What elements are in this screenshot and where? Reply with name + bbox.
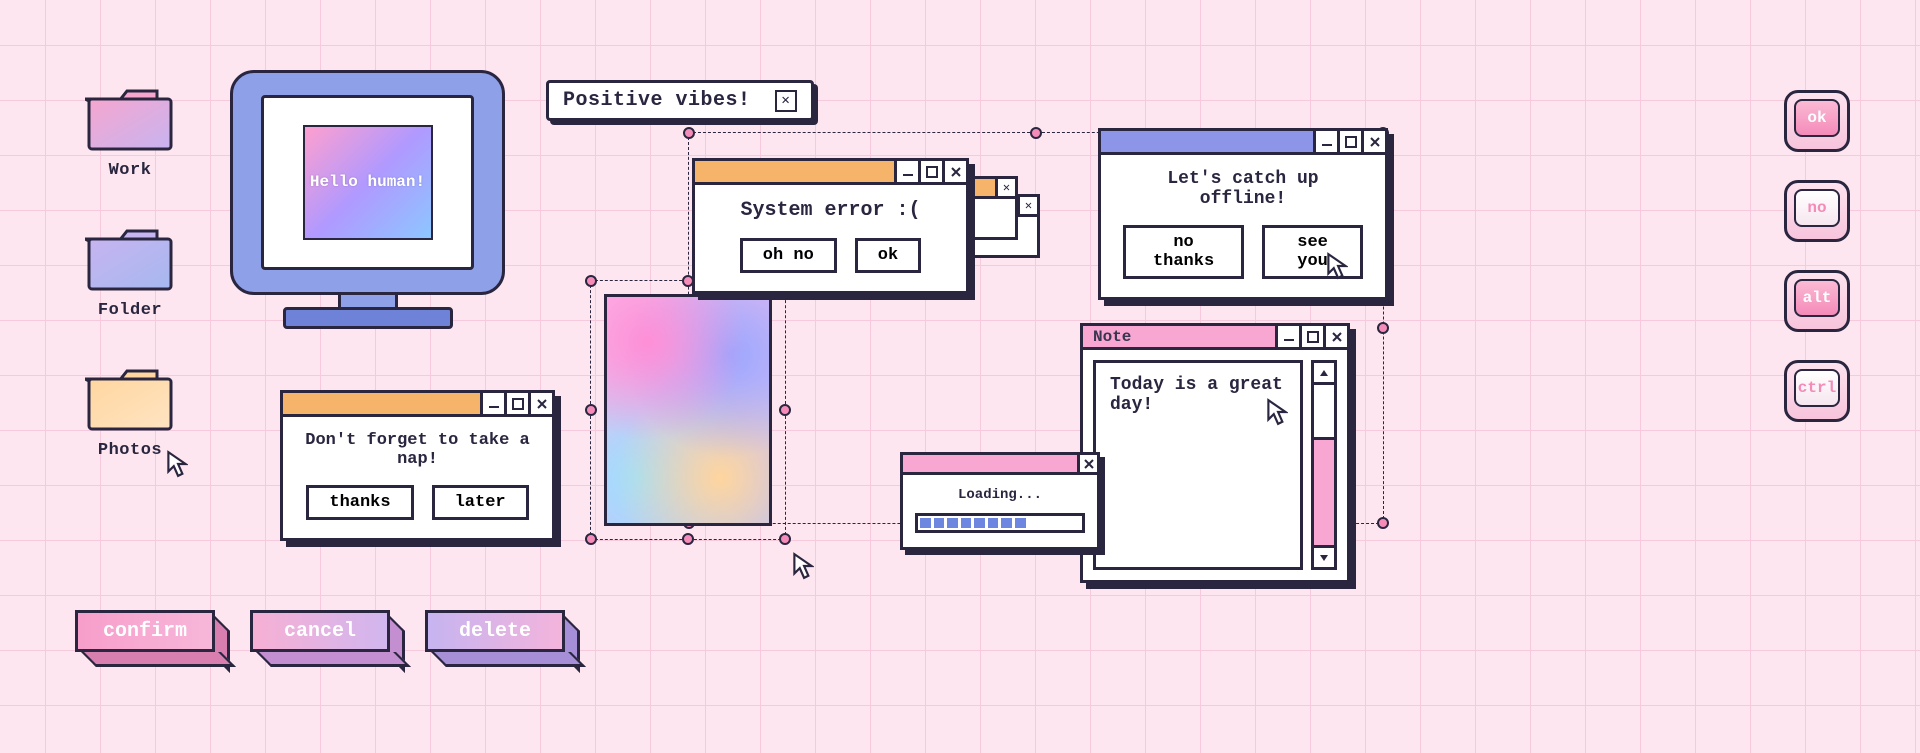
key-no[interactable]: no: [1784, 180, 1850, 242]
note-window: Note Today is a great day!: [1080, 323, 1350, 583]
folder-photos-label: Photos: [80, 441, 180, 460]
minimize-icon[interactable]: [480, 393, 504, 414]
delete-button[interactable]: delete: [425, 610, 565, 652]
gradient-swatch[interactable]: [604, 294, 772, 526]
note-titlebar[interactable]: Note: [1083, 326, 1347, 350]
maximize-icon[interactable]: [918, 161, 942, 182]
folder-photos[interactable]: Photos: [80, 365, 180, 460]
scroll-thumb[interactable]: [1314, 385, 1334, 440]
note-title: Note: [1083, 326, 1275, 347]
title-pill-text: Positive vibes!: [563, 89, 751, 112]
title-pill: Positive vibes! ✕: [546, 80, 814, 121]
nap-titlebar[interactable]: [283, 393, 552, 417]
nap-message: Don't forget to take a nap!: [305, 431, 530, 469]
cursor-icon: [792, 552, 814, 580]
offline-titlebar[interactable]: [1101, 131, 1385, 155]
close-icon[interactable]: [1361, 131, 1385, 152]
close-icon[interactable]: ✕: [995, 179, 1015, 196]
folder-generic-label: Folder: [80, 301, 180, 320]
scroll-down-icon[interactable]: [1314, 545, 1334, 567]
later-button[interactable]: later: [432, 485, 529, 520]
crt-monitor: Hello human!: [230, 70, 505, 329]
no-thanks-button[interactable]: no thanks: [1123, 225, 1244, 279]
scroll-track[interactable]: [1314, 385, 1334, 545]
minimize-icon[interactable]: [1275, 326, 1299, 347]
system-error-dialog: System error :( oh no ok: [692, 158, 969, 294]
close-icon[interactable]: ✕: [1017, 197, 1037, 214]
see-you-button[interactable]: see you: [1262, 225, 1363, 279]
folder-work-label: Work: [80, 161, 180, 180]
crt-text: Hello human!: [310, 172, 425, 193]
maximize-icon[interactable]: [1299, 326, 1323, 347]
title-pill-close-icon[interactable]: ✕: [775, 90, 797, 112]
loading-label: Loading...: [915, 487, 1085, 503]
note-textarea[interactable]: Today is a great day!: [1093, 360, 1303, 570]
maximize-icon[interactable]: [504, 393, 528, 414]
key-ok[interactable]: ok: [1784, 90, 1850, 152]
cancel-button[interactable]: cancel: [250, 610, 390, 652]
scrollbar[interactable]: [1311, 360, 1337, 570]
key-ctrl[interactable]: ctrl: [1784, 360, 1850, 422]
loading-titlebar[interactable]: [903, 455, 1097, 475]
ok-button[interactable]: ok: [855, 238, 921, 273]
scroll-up-icon[interactable]: [1314, 363, 1334, 385]
nap-dialog: Don't forget to take a nap! thanks later: [280, 390, 555, 541]
note-content: Today is a great day!: [1110, 375, 1283, 415]
close-icon[interactable]: [528, 393, 552, 414]
oh-no-button[interactable]: oh no: [740, 238, 837, 273]
thanks-button[interactable]: thanks: [306, 485, 413, 520]
loading-window: Loading...: [900, 452, 1100, 550]
progress-bar: [915, 513, 1085, 533]
offline-dialog: Let's catch up offline! no thanks see yo…: [1098, 128, 1388, 300]
folder-generic[interactable]: Folder: [80, 225, 180, 320]
close-icon[interactable]: [942, 161, 966, 182]
system-error-titlebar[interactable]: [695, 161, 966, 185]
minimize-icon[interactable]: [1313, 131, 1337, 152]
system-error-message: System error :(: [717, 199, 944, 222]
maximize-icon[interactable]: [1337, 131, 1361, 152]
minimize-icon[interactable]: [894, 161, 918, 182]
key-alt[interactable]: alt: [1784, 270, 1850, 332]
close-icon[interactable]: [1323, 326, 1347, 347]
offline-message: Let's catch up offline!: [1123, 169, 1363, 209]
confirm-button[interactable]: confirm: [75, 610, 215, 652]
close-icon[interactable]: [1077, 455, 1097, 472]
folder-work[interactable]: Work: [80, 85, 180, 180]
